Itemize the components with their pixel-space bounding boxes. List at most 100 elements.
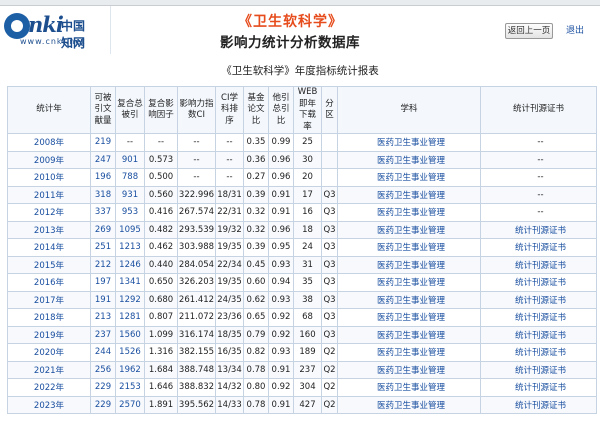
certificate-cell[interactable]: 统计刊源证书 — [480, 325, 597, 344]
certificate-cell[interactable]: 统计刊源证书 — [480, 378, 597, 397]
certificate-cell[interactable]: 统计刊源证书 — [480, 308, 597, 327]
citable-cell[interactable]: 251 — [90, 238, 116, 257]
impact-factor-cell: 1.891 — [144, 395, 178, 414]
total-cites-cell[interactable]: 1095 — [115, 220, 145, 239]
web-download-cell: 189 — [293, 343, 322, 362]
total-cites-cell[interactable]: 1526 — [115, 343, 145, 362]
total-cites-cell[interactable]: 1560 — [115, 325, 145, 344]
citable-cell[interactable]: 191 — [90, 290, 116, 309]
subject-cell[interactable]: 医药卫生事业管理 — [337, 273, 481, 292]
impact-factor-cell: 0.416 — [144, 203, 178, 222]
ci-cell: 267.574 — [177, 203, 216, 222]
subject-cell[interactable]: 医药卫生事业管理 — [337, 185, 481, 204]
web-download-cell: 160 — [293, 325, 322, 344]
citable-cell[interactable]: 197 — [90, 273, 116, 292]
cnki-logo[interactable]: nki 中国知网 www.cnki.net — [4, 11, 96, 50]
col-header-fund-ratio: 基金论文比 — [243, 86, 269, 134]
subject-cell[interactable]: 医药卫生事业管理 — [337, 325, 481, 344]
total-cites-cell[interactable]: 2153 — [115, 378, 145, 397]
subject-cell[interactable]: 医药卫生事业管理 — [337, 290, 481, 309]
year-cell[interactable]: 2011年 — [7, 185, 91, 204]
fund-ratio-cell: 0.62 — [243, 290, 269, 309]
certificate-cell[interactable]: 统计刊源证书 — [480, 255, 597, 274]
citable-cell[interactable]: 269 — [90, 220, 116, 239]
total-cites-cell[interactable]: 901 — [115, 150, 145, 169]
zone-cell: Q2 — [321, 343, 338, 362]
other-cite-ratio-cell: 0.99 — [268, 133, 294, 152]
year-cell[interactable]: 2022年 — [7, 378, 91, 397]
certificate-cell[interactable]: 统计刊源证书 — [480, 395, 597, 414]
subject-cell[interactable]: 医药卫生事业管理 — [337, 255, 481, 274]
subject-cell[interactable]: 医药卫生事业管理 — [337, 133, 481, 152]
certificate-cell[interactable]: 统计刊源证书 — [480, 343, 597, 362]
subject-cell[interactable]: 医药卫生事业管理 — [337, 220, 481, 239]
subject-cell[interactable]: 医药卫生事业管理 — [337, 395, 481, 414]
year-cell[interactable]: 2015年 — [7, 255, 91, 274]
certificate-cell[interactable]: 统计刊源证书 — [480, 220, 597, 239]
total-cites-cell[interactable]: 1292 — [115, 290, 145, 309]
total-cites-cell[interactable]: 1341 — [115, 273, 145, 292]
subject-cell[interactable]: 医药卫生事业管理 — [337, 378, 481, 397]
total-cites-cell[interactable]: 1962 — [115, 360, 145, 379]
citable-cell[interactable]: 229 — [90, 395, 116, 414]
citable-cell[interactable]: 213 — [90, 308, 116, 327]
ci-cell: -- — [177, 133, 216, 152]
subject-cell[interactable]: 医药卫生事业管理 — [337, 168, 481, 187]
year-cell[interactable]: 2009年 — [7, 150, 91, 169]
year-cell[interactable]: 2012年 — [7, 203, 91, 222]
subject-cell[interactable]: 医药卫生事业管理 — [337, 343, 481, 362]
total-cites-cell[interactable]: 1246 — [115, 255, 145, 274]
zone-cell — [321, 133, 338, 152]
year-cell[interactable]: 2023年 — [7, 395, 91, 414]
citable-cell[interactable]: 237 — [90, 325, 116, 344]
year-cell[interactable]: 2008年 — [7, 133, 91, 152]
total-cites-cell[interactable]: 788 — [115, 168, 145, 187]
citable-cell[interactable]: 318 — [90, 185, 116, 204]
other-cite-ratio-cell: 0.92 — [268, 325, 294, 344]
impact-factor-cell: 0.680 — [144, 290, 178, 309]
total-cites-cell[interactable]: 931 — [115, 185, 145, 204]
total-cites-cell[interactable]: 1213 — [115, 238, 145, 257]
citable-cell[interactable]: 247 — [90, 150, 116, 169]
exit-link[interactable]: 退出 — [566, 23, 584, 39]
certificate-cell[interactable]: 统计刊源证书 — [480, 273, 597, 292]
web-download-cell: 17 — [293, 185, 322, 204]
citable-cell[interactable]: 244 — [90, 343, 116, 362]
other-cite-ratio-cell: 0.95 — [268, 238, 294, 257]
year-cell[interactable]: 2010年 — [7, 168, 91, 187]
citable-cell[interactable]: 256 — [90, 360, 116, 379]
citable-cell[interactable]: 212 — [90, 255, 116, 274]
certificate-cell[interactable]: 统计刊源证书 — [480, 360, 597, 379]
table-row: 2023年 229 2570 1.891 395.562 14/33 0.78 0.91 427… — [7, 395, 597, 414]
ci-cell: 293.539 — [177, 220, 216, 239]
total-cites-cell[interactable]: 1281 — [115, 308, 145, 327]
year-cell[interactable]: 2021年 — [7, 360, 91, 379]
zone-cell — [321, 168, 338, 187]
zone-cell: Q3 — [321, 255, 338, 274]
year-cell[interactable]: 2018年 — [7, 308, 91, 327]
year-cell[interactable]: 2014年 — [7, 238, 91, 257]
other-cite-ratio-cell: 0.91 — [268, 395, 294, 414]
citable-cell[interactable]: 219 — [90, 133, 116, 152]
certificate-cell: -- — [480, 133, 597, 152]
year-cell[interactable]: 2016年 — [7, 273, 91, 292]
other-cite-ratio-cell: 0.91 — [268, 185, 294, 204]
subject-cell[interactable]: 医药卫生事业管理 — [337, 150, 481, 169]
year-cell[interactable]: 2019年 — [7, 325, 91, 344]
ci-cell: -- — [177, 168, 216, 187]
total-cites-cell[interactable]: 953 — [115, 203, 145, 222]
year-cell[interactable]: 2020年 — [7, 343, 91, 362]
subject-cell[interactable]: 医药卫生事业管理 — [337, 360, 481, 379]
citable-cell[interactable]: 196 — [90, 168, 116, 187]
total-cites-cell[interactable]: 2570 — [115, 395, 145, 414]
back-button[interactable]: 返回上一页 — [505, 23, 553, 39]
citable-cell[interactable]: 229 — [90, 378, 116, 397]
certificate-cell[interactable]: 统计刊源证书 — [480, 238, 597, 257]
year-cell[interactable]: 2017年 — [7, 290, 91, 309]
certificate-cell[interactable]: 统计刊源证书 — [480, 290, 597, 309]
subject-cell[interactable]: 医药卫生事业管理 — [337, 308, 481, 327]
year-cell[interactable]: 2013年 — [7, 220, 91, 239]
subject-cell[interactable]: 医药卫生事业管理 — [337, 238, 481, 257]
citable-cell[interactable]: 337 — [90, 203, 116, 222]
subject-cell[interactable]: 医药卫生事业管理 — [337, 203, 481, 222]
